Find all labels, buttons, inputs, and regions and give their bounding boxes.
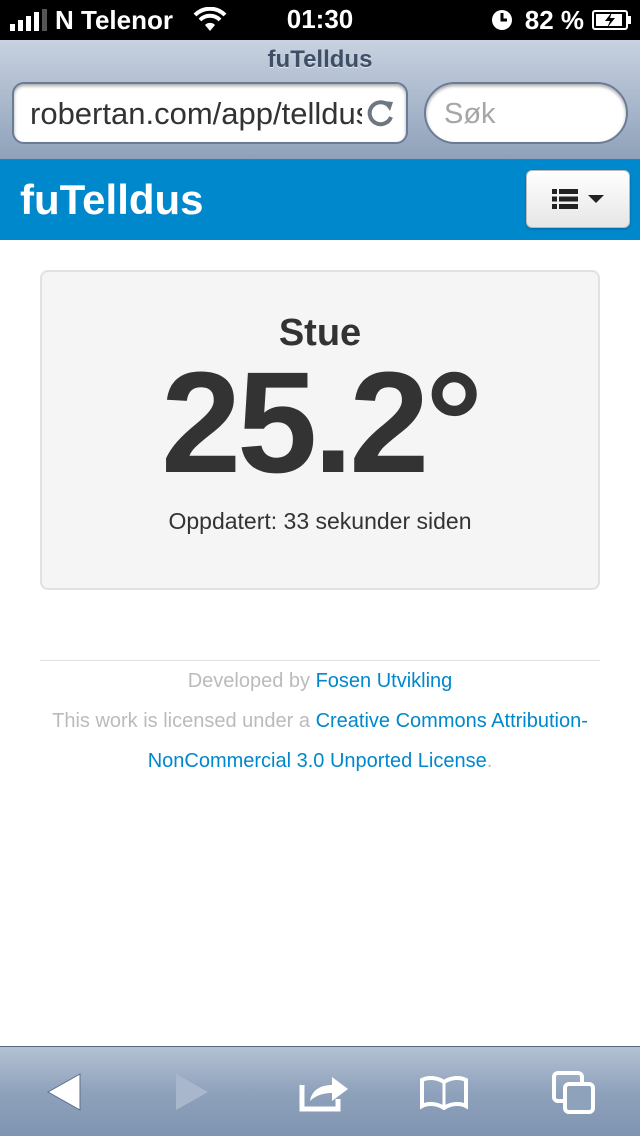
bookmarks-icon (420, 1075, 468, 1110)
forward-arrow-icon (176, 1074, 208, 1110)
license-link-part2[interactable]: NonCommercial 3.0 Unported License (148, 750, 487, 772)
license-suffix-text: . (486, 750, 493, 772)
app-navbar: fuTelldus (0, 160, 640, 240)
browser-chrome: fuTelldus robertan.com/app/telldus (0, 40, 640, 160)
address-bar[interactable]: robertan.com/app/telldus (12, 82, 408, 144)
footer-divider (40, 660, 600, 661)
last-updated-text: Oppdatert: 33 sekunder siden (168, 508, 472, 534)
footer-license-line: This work is licensed under a Creative C… (0, 710, 640, 733)
search-field[interactable] (424, 82, 628, 144)
developed-by-text: Developed by (187, 670, 316, 692)
list-icon (552, 189, 578, 209)
menu-toggle-button[interactable] (526, 170, 630, 228)
reload-icon[interactable] (366, 98, 396, 128)
forward-button[interactable] (162, 1069, 222, 1115)
caret-down-icon (588, 195, 604, 203)
license-link-part1[interactable]: Creative Commons Attribution- (316, 710, 588, 732)
battery-percent: 82 % (524, 4, 584, 35)
footer-license-line-2: NonCommercial 3.0 Unported License. (0, 750, 640, 773)
tabs-icon (552, 1071, 595, 1114)
app-brand[interactable]: fuTelldus (20, 176, 204, 224)
developer-link[interactable]: Fosen Utvikling (316, 670, 453, 692)
browser-page-title: fuTelldus (267, 46, 373, 73)
battery-charging-icon (592, 10, 631, 30)
share-icon (299, 1077, 348, 1112)
browser-toolbar (0, 1046, 640, 1136)
back-button[interactable] (34, 1069, 94, 1115)
status-right: 82 % (491, 4, 632, 36)
bookmarks-button[interactable] (414, 1069, 474, 1115)
sensor-card: Stue 25.2° Oppdatert: 33 sekunder siden (40, 270, 600, 590)
url-text[interactable]: robertan.com/app/telldus (30, 96, 362, 132)
tabs-button[interactable] (544, 1069, 604, 1115)
temperature-value: 25.2° (161, 342, 483, 503)
footer-developer-line: Developed by Fosen Utvikling (0, 670, 640, 693)
status-bar: N Telenor 01:30 82 % (0, 0, 640, 40)
search-input[interactable] (444, 96, 614, 132)
rotation-lock-icon (491, 10, 512, 30)
license-prefix-text: This work is licensed under a (52, 710, 316, 732)
share-button[interactable] (294, 1069, 354, 1115)
back-arrow-icon (46, 1073, 81, 1111)
